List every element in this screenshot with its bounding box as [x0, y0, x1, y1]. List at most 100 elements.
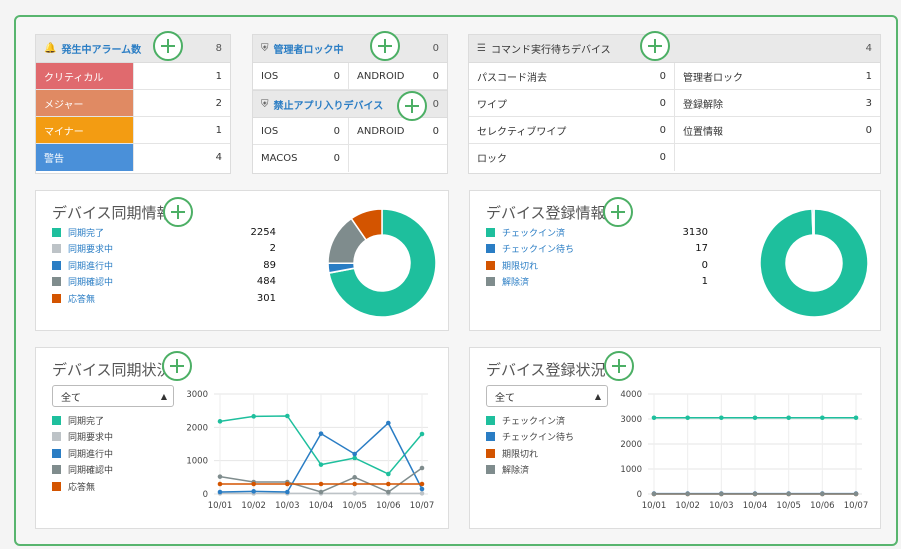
add-widget-button[interactable] [397, 91, 427, 121]
add-widget-button[interactable] [163, 197, 193, 227]
legend-item[interactable]: 応答無 301 [52, 290, 276, 307]
legend-item[interactable]: 解除済 1 [486, 274, 708, 291]
alarm-header[interactable]: 🔔 発生中アラーム数 8 [36, 35, 230, 63]
legend-item[interactable]: 同期要求中 2 [52, 241, 276, 258]
legend-item[interactable]: 同期確認中 484 [52, 274, 276, 291]
alarm-row[interactable]: 警告 4 [36, 144, 230, 171]
data-point[interactable] [853, 491, 859, 497]
data-point[interactable] [217, 489, 223, 495]
data-point[interactable] [251, 414, 256, 419]
alarm-level-cell[interactable]: クリティカル [36, 63, 134, 89]
legend-item[interactable]: 同期進行中 89 [52, 257, 276, 274]
data-point[interactable] [685, 491, 690, 497]
y-tick-label: 1000 [620, 465, 642, 475]
alarm-row[interactable]: マイナー 1 [36, 117, 230, 144]
alarm-level-label: クリティカル [44, 72, 104, 84]
command-label: セレクティブワイプ [477, 126, 567, 138]
y-tick-label: 4000 [620, 390, 642, 400]
data-point[interactable] [285, 481, 290, 487]
legend-item[interactable]: チェックイン済 [486, 412, 606, 429]
reg-filter-select[interactable]: 全て ▲ [486, 385, 608, 407]
admin-lock-title[interactable]: 管理者ロック中 [274, 41, 344, 56]
sync-status-title: デバイス同期状況 [52, 361, 172, 379]
alarm-level-cell[interactable]: メジャー [36, 90, 134, 116]
data-point[interactable] [318, 431, 324, 436]
add-widget-button[interactable] [370, 31, 400, 61]
data-point[interactable] [419, 431, 425, 437]
alarm-table: 🔔 発生中アラーム数 8 クリティカル 1 メジャー 2 マイナー 1 警告 4 [35, 34, 231, 174]
legend-item[interactable]: 期限切れ [486, 445, 606, 462]
legend-item[interactable]: 同期完了 [52, 412, 172, 429]
data-point[interactable] [352, 491, 357, 496]
y-tick-label: 1000 [186, 457, 208, 467]
data-point[interactable] [251, 489, 256, 494]
data-point[interactable] [352, 455, 357, 461]
add-widget-button[interactable] [153, 31, 183, 61]
data-point[interactable] [318, 481, 324, 487]
legend-label: 同期確認中 [68, 466, 114, 477]
legend-item[interactable]: 同期確認中 [52, 462, 172, 479]
add-widget-button[interactable] [603, 197, 633, 227]
data-point[interactable] [217, 481, 223, 487]
data-point[interactable] [318, 489, 324, 495]
data-point[interactable] [853, 415, 859, 421]
legend-item[interactable]: 応答無 [52, 478, 172, 495]
legend-item[interactable]: チェックイン済 3130 [486, 224, 708, 241]
legend-item[interactable]: チェックイン待ち [486, 429, 606, 446]
data-point[interactable] [318, 462, 324, 467]
add-widget-button[interactable] [604, 351, 634, 381]
alarm-level-cell[interactable]: マイナー [36, 117, 134, 143]
data-point[interactable] [217, 419, 223, 424]
data-point[interactable] [820, 415, 825, 421]
data-point[interactable] [352, 481, 357, 487]
command-header[interactable]: ☰ コマンド実行待ちデバイス 4 [469, 35, 880, 63]
command-cell: 登録解除 3 [675, 90, 880, 116]
add-widget-button[interactable] [162, 351, 192, 381]
admin-lock-header[interactable]: ⛨ 管理者ロック中 0 [253, 35, 447, 63]
data-point[interactable] [352, 451, 357, 457]
legend-value: 2 [269, 243, 276, 255]
data-point[interactable] [685, 415, 690, 421]
data-point[interactable] [419, 481, 425, 487]
sync-info-panel: デバイス同期情報 同期完了 2254 同期要求中 2 同期進行中 89 同期確認中 484 応答… [35, 190, 449, 331]
data-point[interactable] [386, 481, 391, 487]
data-point[interactable] [251, 481, 256, 487]
alarm-row[interactable]: メジャー 2 [36, 90, 230, 117]
sync-filter-select[interactable]: 全て ▲ [52, 385, 174, 407]
data-point[interactable] [719, 491, 724, 497]
data-point[interactable] [386, 420, 391, 426]
data-point[interactable] [752, 491, 758, 497]
data-point[interactable] [651, 491, 657, 497]
data-point[interactable] [820, 491, 825, 497]
data-point[interactable] [786, 415, 791, 421]
data-point[interactable] [217, 474, 223, 479]
legend-item[interactable]: チェックイン待ち 17 [486, 241, 708, 258]
os-macos-label: MACOS [261, 153, 298, 164]
command-cell: 位置情報 0 [675, 117, 880, 143]
data-point[interactable] [386, 489, 391, 495]
data-point[interactable] [651, 415, 657, 421]
command-title[interactable]: コマンド実行待ちデバイス [491, 41, 611, 56]
data-point[interactable] [386, 471, 391, 477]
data-point[interactable] [285, 413, 290, 419]
legend-item[interactable]: 同期進行中 [52, 445, 172, 462]
data-point[interactable] [419, 491, 425, 496]
add-widget-button[interactable] [640, 31, 670, 61]
legend-item[interactable]: 期限切れ 0 [486, 257, 708, 274]
data-point[interactable] [719, 415, 724, 421]
alarm-level-cell[interactable]: 警告 [36, 144, 134, 171]
data-point[interactable] [419, 486, 425, 492]
command-value: 0 [659, 97, 666, 109]
legend-item[interactable]: 同期要求中 [52, 429, 172, 446]
data-point[interactable] [419, 465, 425, 471]
alarm-title[interactable]: 発生中アラーム数 [61, 41, 141, 56]
data-point[interactable] [752, 415, 758, 421]
command-row: パスコード消去 0 管理者ロック 1 [469, 63, 880, 90]
data-point[interactable] [285, 489, 290, 495]
banned-app-title[interactable]: 禁止アプリ入りデバイス [274, 97, 384, 112]
alarm-row[interactable]: クリティカル 1 [36, 63, 230, 90]
legend-item[interactable]: 解除済 [486, 462, 606, 479]
data-point[interactable] [786, 491, 791, 497]
legend-item[interactable]: 同期完了 2254 [52, 224, 276, 241]
data-point[interactable] [352, 475, 357, 480]
